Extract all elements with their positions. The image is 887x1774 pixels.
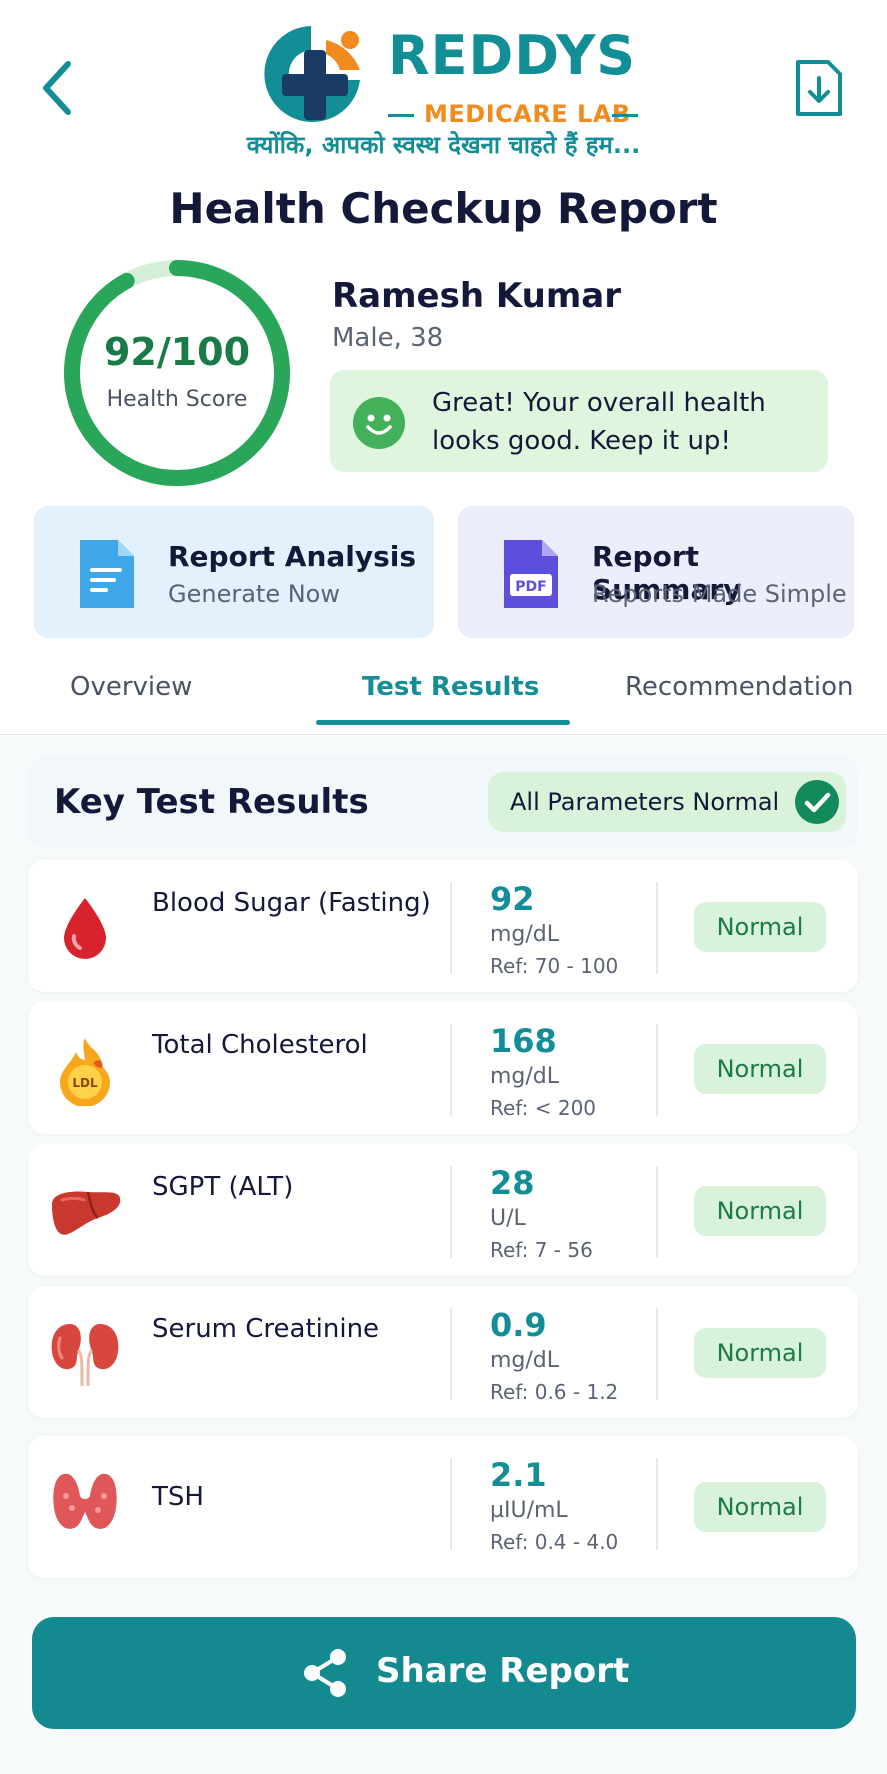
test-value: 168: [490, 1022, 557, 1060]
brand-name: REDDYS: [388, 24, 637, 87]
brand-subtitle-text: MEDICARE LAB: [424, 100, 631, 128]
health-message-text: Great! Your overall health looks good. K…: [432, 388, 766, 456]
active-tab-indicator: [316, 720, 570, 725]
row-divider: [450, 1458, 452, 1550]
row-divider: [450, 882, 452, 974]
test-result-row[interactable]: Serum Creatinine 0.9 mg/dL Ref: 0.6 - 1.…: [28, 1286, 858, 1418]
row-divider: [656, 1308, 658, 1400]
test-reference-range: Ref: 70 - 100: [490, 954, 619, 978]
test-name: SGPT (ALT): [152, 1172, 294, 1202]
row-divider: [450, 1308, 452, 1400]
key-test-results-title: Key Test Results: [54, 782, 369, 822]
liver-icon: [52, 1191, 121, 1235]
cholesterol-icon-label: LDL: [72, 1076, 98, 1090]
test-unit: mg/dL: [490, 922, 560, 947]
report-analysis-card[interactable]: Report Analysis Generate Now: [34, 506, 434, 638]
health-score-label: Health Score: [106, 387, 248, 412]
status-badge: Normal: [694, 1482, 826, 1532]
test-value: 0.9: [490, 1306, 547, 1344]
test-unit: mg/dL: [490, 1348, 560, 1373]
test-name: Blood Sugar (Fasting): [152, 888, 431, 918]
blood-drop-icon: [64, 898, 106, 959]
document-icon: [80, 540, 134, 608]
status-badge: Normal: [694, 1328, 826, 1378]
thyroid-icon: [53, 1473, 117, 1529]
row-divider: [450, 1166, 452, 1258]
check-circle-icon: [795, 780, 839, 824]
tab-test-results[interactable]: Test Results: [362, 672, 539, 702]
brand-line-left: [388, 114, 414, 117]
report-summary-subtitle: Reports Made Simple: [592, 580, 847, 608]
pdf-file-icon: PDF: [504, 540, 558, 608]
cholesterol-icon: LDL: [60, 1038, 110, 1106]
tab-overview[interactable]: Overview: [70, 672, 192, 702]
test-result-row[interactable]: Blood Sugar (Fasting) 92 mg/dL Ref: 70 -…: [28, 860, 858, 992]
report-analysis-subtitle: Generate Now: [168, 580, 340, 608]
back-button[interactable]: [38, 56, 82, 120]
download-icon: [796, 60, 842, 116]
status-badge: Normal: [694, 1044, 826, 1094]
brand-line-right: [612, 114, 638, 117]
row-divider: [656, 882, 658, 974]
tabs-divider: [0, 734, 887, 735]
page-title: Health Checkup Report: [169, 184, 718, 233]
key-test-results-header: Key Test Results All Parameters Normal: [28, 756, 858, 848]
row-divider: [656, 1024, 658, 1116]
report-summary-card[interactable]: PDF Report Summary Reports Made Simple: [458, 506, 854, 638]
health-score-value: 92/100: [103, 330, 251, 374]
test-reference-range: Ref: 0.4 - 4.0: [490, 1530, 619, 1554]
share-report-button[interactable]: Share Report: [32, 1617, 856, 1729]
share-report-label: Share Report: [376, 1651, 630, 1691]
all-parameters-normal-text: All Parameters Normal: [510, 788, 780, 816]
chevron-left-icon: [43, 61, 71, 115]
patient-name: Ramesh Kumar: [332, 276, 621, 316]
test-value: 2.1: [490, 1456, 547, 1494]
test-unit: µIU/mL: [490, 1498, 568, 1523]
status-badge: Normal: [694, 902, 826, 952]
row-divider: [656, 1166, 658, 1258]
test-value: 28: [490, 1164, 535, 1202]
kidney-icon: [51, 1324, 119, 1387]
brand-subtitle: MEDICARE LAB: [388, 100, 638, 128]
brand-logo: REDDYS MEDICARE LAB: [252, 16, 652, 128]
test-result-row[interactable]: LDL Total Cholesterol 168 mg/dL Ref: < 2…: [28, 1002, 858, 1134]
test-value: 92: [490, 880, 535, 918]
tab-recommendation[interactable]: Recommendation: [625, 672, 853, 702]
test-reference-range: Ref: < 200: [490, 1096, 597, 1120]
medical-cross-logo-icon: [264, 26, 360, 122]
status-badge: Normal: [694, 1186, 826, 1236]
test-result-row[interactable]: TSH 2.1 µIU/mL Ref: 0.4 - 4.0 Normal: [28, 1436, 858, 1578]
test-unit: U/L: [490, 1206, 526, 1231]
row-divider: [450, 1024, 452, 1116]
report-analysis-title: Report Analysis: [168, 540, 417, 573]
test-name: TSH: [152, 1482, 204, 1512]
test-reference-range: Ref: 7 - 56: [490, 1238, 593, 1262]
health-message-box: Great! Your overall health looks good. K…: [330, 370, 828, 472]
test-result-row[interactable]: SGPT (ALT) 28 U/L Ref: 7 - 56 Normal: [28, 1144, 858, 1276]
row-divider: [656, 1458, 658, 1550]
tagline: क्योंकि, आपको स्वस्थ देखना चाहते हैं हम.…: [246, 131, 641, 159]
download-button[interactable]: [792, 56, 846, 120]
test-name: Serum Creatinine: [152, 1314, 380, 1344]
patient-gender-age: Male, 38: [332, 323, 444, 353]
share-icon: [304, 1649, 346, 1697]
test-name: Total Cholesterol: [152, 1030, 368, 1060]
pdf-icon-label: PDF: [515, 579, 546, 595]
test-reference-range: Ref: 0.6 - 1.2: [490, 1380, 619, 1404]
all-parameters-normal-badge: All Parameters Normal: [488, 772, 846, 832]
test-unit: mg/dL: [490, 1064, 560, 1089]
smiley-face-icon: [353, 397, 405, 449]
